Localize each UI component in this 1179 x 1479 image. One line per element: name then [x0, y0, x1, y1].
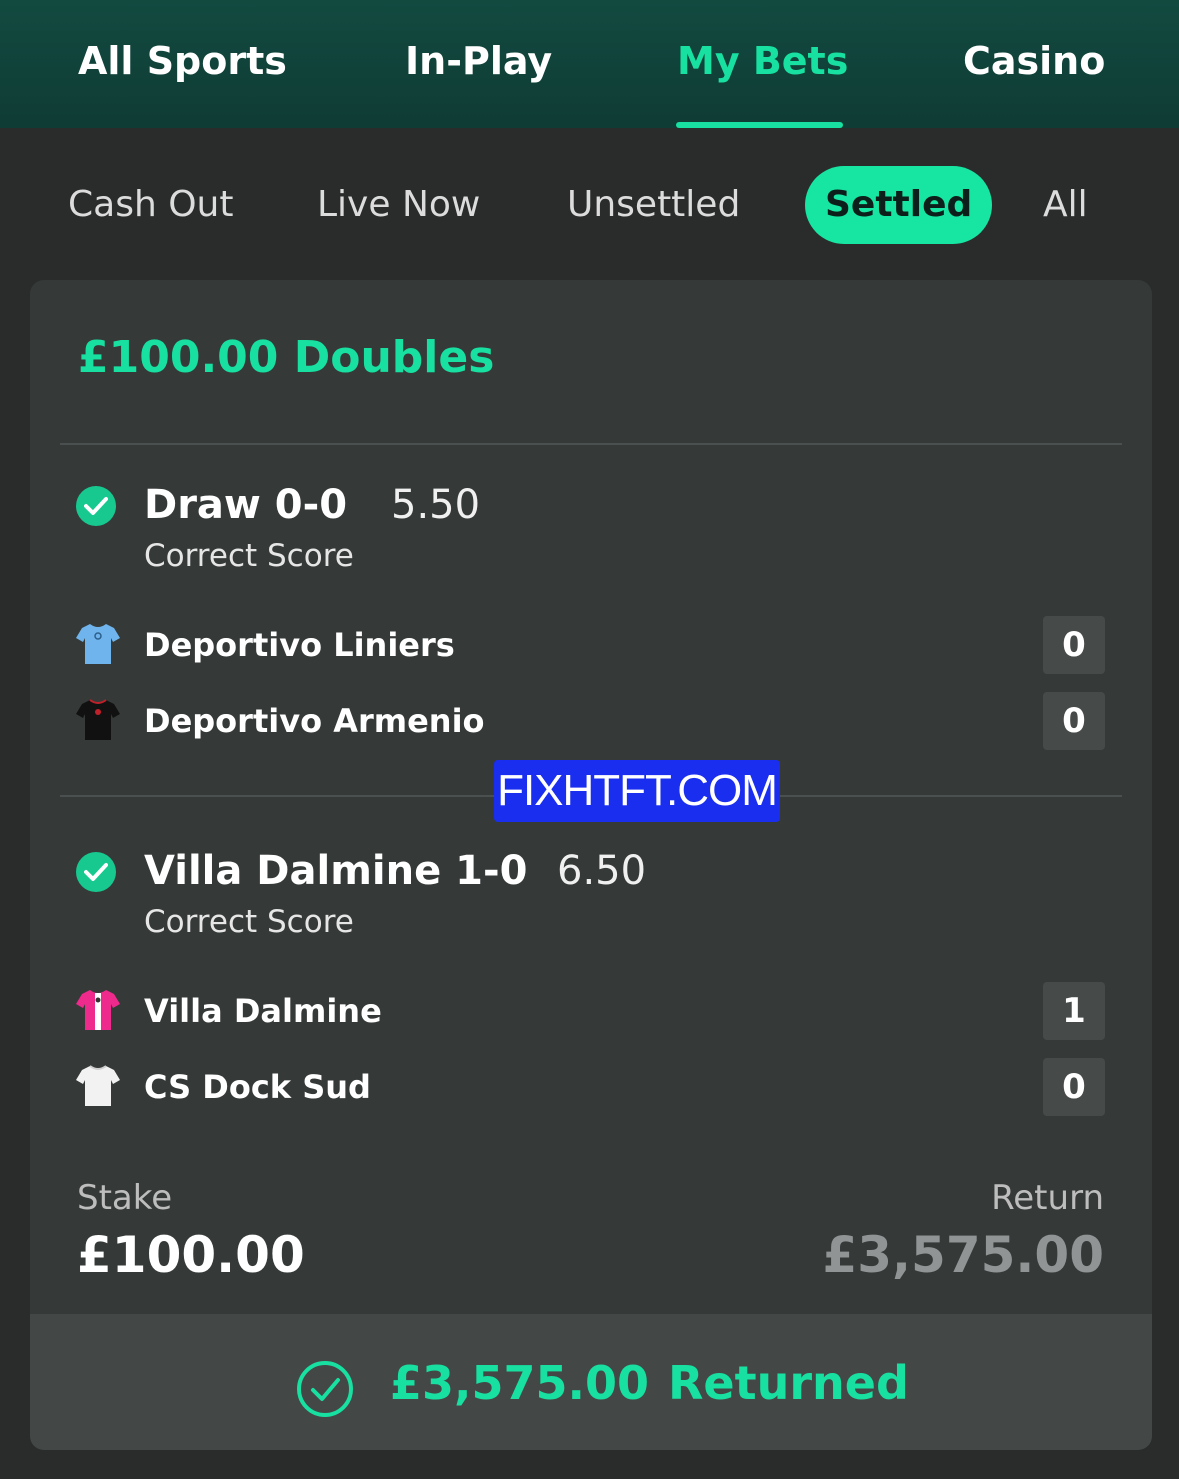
- selection-name: Villa Dalmine 1-0: [144, 848, 528, 894]
- filter-cash-out[interactable]: Cash Out: [68, 166, 233, 244]
- black-shirt-icon: [76, 699, 120, 740]
- tab-all-sports[interactable]: All Sports: [78, 36, 287, 86]
- selection-odds: 5.50: [391, 482, 481, 528]
- team-name: CS Dock Sud: [144, 1068, 371, 1106]
- team-score: 0: [1043, 616, 1105, 674]
- watermark: FIXHTFT.COM: [494, 760, 780, 822]
- stake-label: Stake: [77, 1178, 173, 1218]
- bet-title: £100.00 Doubles: [78, 332, 495, 383]
- light-blue-shirt-icon: [76, 624, 120, 664]
- team-score: 0: [1043, 692, 1105, 750]
- tab-my-bets[interactable]: My Bets: [677, 36, 848, 86]
- bet-filter-nav: Cash Out Live Now Unsettled Settled All: [0, 128, 1179, 278]
- tab-in-play[interactable]: In-Play: [405, 36, 552, 86]
- team-name: Deportivo Liniers: [144, 626, 455, 664]
- selection-odds: 6.50: [557, 848, 647, 894]
- pink-shirt-icon: [76, 990, 120, 1030]
- filter-live-now[interactable]: Live Now: [317, 166, 480, 244]
- team-name: Villa Dalmine: [144, 992, 382, 1030]
- filter-unsettled[interactable]: Unsettled: [567, 166, 740, 244]
- return-value: £3,575.00: [822, 1226, 1104, 1284]
- stake-value: £100.00: [77, 1226, 305, 1284]
- won-check-icon: [76, 852, 116, 892]
- tab-casino[interactable]: Casino: [963, 36, 1105, 86]
- filter-settled[interactable]: Settled: [805, 166, 993, 244]
- returned-check-icon: [297, 1361, 353, 1417]
- returned-banner: £3,575.00 Returned: [30, 1314, 1152, 1450]
- filter-all[interactable]: All: [1043, 166, 1088, 244]
- won-check-icon: [76, 486, 116, 526]
- team-score: 0: [1043, 1058, 1105, 1116]
- top-nav: All Sports In-Play My Bets Casino: [0, 0, 1179, 128]
- selection-name: Draw 0-0: [144, 482, 348, 528]
- returned-label: Returned: [668, 1356, 909, 1410]
- white-shirt-icon: [76, 1065, 120, 1106]
- bet-card[interactable]: £100.00 Doubles Draw 0-0 5.50 Correct Sc…: [30, 280, 1152, 1450]
- selection-market: Correct Score: [144, 904, 354, 940]
- team-name: Deportivo Armenio: [144, 702, 485, 740]
- team-score: 1: [1043, 982, 1105, 1040]
- returned-amount: £3,575.00: [390, 1356, 649, 1410]
- selection-market: Correct Score: [144, 538, 354, 574]
- return-label: Return: [991, 1178, 1104, 1218]
- divider: [60, 443, 1122, 445]
